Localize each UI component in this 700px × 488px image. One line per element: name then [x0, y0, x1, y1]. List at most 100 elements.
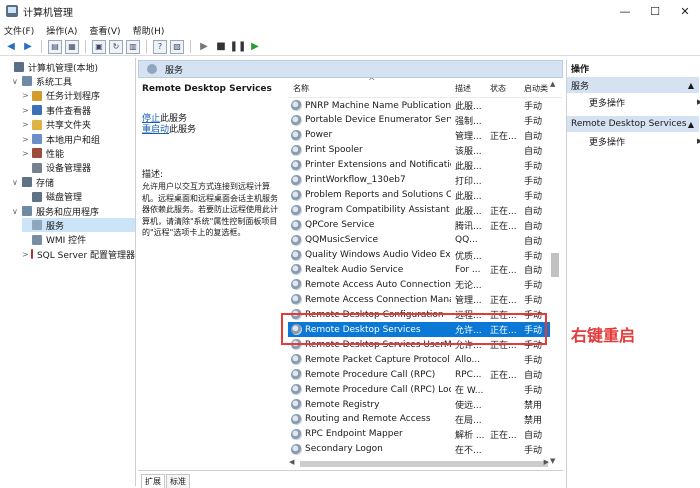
tree-node[interactable]: ∨ 系统工具 — [12, 74, 135, 88]
menu-help[interactable]: 帮助(H) — [133, 24, 165, 37]
menu-action[interactable]: 操作(A) — [46, 24, 77, 37]
tree-node[interactable]: > 共享文件夹 — [22, 118, 135, 132]
service-row[interactable]: Quality Windows Audio Video Ex... 优质... 手动 — [288, 248, 550, 263]
scroll-left-icon[interactable]: ◀ — [289, 458, 294, 466]
restart-service-icon[interactable]: ▶ — [248, 40, 262, 54]
expand-arrow-icon[interactable]: ∨ — [12, 77, 20, 86]
expand-arrow-icon[interactable]: > — [22, 106, 30, 115]
service-row[interactable]: PNRP Machine Name Publication... 此服... 手动 — [288, 98, 550, 113]
collapse-arrow-icon[interactable]: ▲ — [688, 120, 694, 129]
restart-service-link[interactable]: 重启动 — [142, 125, 169, 135]
more-actions-item[interactable]: 更多操作 ▶ — [589, 134, 700, 148]
service-description: 在局... — [455, 415, 482, 426]
tree-node[interactable]: > 性能 — [22, 146, 135, 160]
pause-service-icon[interactable]: ❚❚ — [230, 40, 247, 54]
service-row[interactable]: Portable Device Enumerator Serv... 强制... 手… — [288, 113, 550, 128]
tree-node-icon — [32, 191, 42, 202]
horizontal-scroll-thumb[interactable] — [300, 461, 548, 467]
service-row[interactable]: QPCore Service 腾讯... 正在... 自动 — [288, 218, 550, 233]
vertical-scroll-thumb[interactable] — [551, 253, 559, 277]
stop-service-icon[interactable]: ■ — [214, 40, 228, 54]
column-header-name[interactable]: 名称 — [293, 83, 309, 94]
tree-node[interactable]: ∨ 存储 — [12, 175, 135, 189]
tree-node[interactable]: 设备管理器 — [22, 161, 135, 175]
expand-arrow-icon[interactable]: > — [22, 149, 30, 158]
show-tree-icon[interactable]: ▦ — [65, 39, 79, 54]
tree-node[interactable]: > 任务计划程序 — [22, 89, 135, 103]
expand-arrow-icon[interactable]: > — [22, 250, 29, 259]
service-row[interactable]: Remote Access Auto Connection ... 无论... 手动 — [288, 277, 550, 292]
service-row[interactable]: Printer Extensions and Notificatio... 此服.… — [288, 158, 550, 173]
vertical-scrollbar[interactable]: ▲ ▼ — [549, 78, 561, 467]
collapse-arrow-icon[interactable]: ▲ — [688, 81, 694, 90]
tree-node[interactable]: 磁盘管理 — [22, 190, 135, 204]
service-row[interactable]: Routing and Remote Access 在局... 禁用 — [288, 412, 550, 427]
export-list-icon[interactable]: ▥ — [126, 39, 140, 54]
tree-node[interactable]: 服务 — [22, 218, 135, 233]
column-header-description[interactable]: 描述 — [455, 83, 471, 94]
service-row[interactable]: RPC Endpoint Mapper 解析 ... 正在... 自动 — [288, 427, 550, 442]
actions-header: 操作 — [567, 60, 699, 76]
properties-icon[interactable]: ▣ — [92, 39, 106, 54]
tree-node-label: 服务 — [46, 221, 65, 232]
minimize-button[interactable]: — — [610, 0, 640, 22]
service-name: Printer Extensions and Notificatio... — [305, 160, 451, 171]
stop-service-link[interactable]: 停止 — [142, 114, 160, 124]
service-row[interactable]: Print Spooler 该服... 自动 — [288, 143, 550, 158]
tree-node[interactable]: WMI 控件 — [22, 233, 135, 247]
actions-section-services[interactable]: 服务 ▲ — [567, 77, 699, 93]
column-header-status[interactable]: 状态 — [490, 83, 506, 94]
column-header-startup-type[interactable]: 启动类 — [524, 83, 548, 94]
service-row[interactable]: Remote Access Connection Mana... 管理... 正在.… — [288, 292, 550, 307]
service-row[interactable]: Secondary Logon 在不... 手动 — [288, 442, 550, 457]
expand-arrow-icon[interactable]: > — [22, 91, 30, 100]
tree-node[interactable]: > 本地用户和组 — [22, 132, 135, 146]
tab-extended[interactable]: 扩展 — [141, 474, 165, 488]
actions-section-remote-desktop[interactable]: Remote Desktop Services ▲ — [567, 116, 699, 132]
scroll-up-icon[interactable]: ▲ — [550, 80, 555, 88]
refresh-icon[interactable]: ↻ — [109, 39, 123, 54]
tree-node[interactable]: > SQL Server 配置管理器 — [22, 247, 135, 261]
service-row[interactable]: Problem Reports and Solutions C... 此服... 手… — [288, 188, 550, 203]
service-row[interactable]: Program Compatibility Assistant ... 此服...… — [288, 203, 550, 218]
tree-node[interactable]: ∨ 服务和应用程序 — [12, 204, 135, 218]
gear-icon — [291, 249, 302, 261]
menu-file[interactable]: 文件(F) — [4, 24, 34, 37]
tree-node[interactable]: > 事件查看器 — [22, 103, 135, 117]
maximize-button[interactable]: ☐ — [640, 0, 670, 22]
back-arrow-icon[interactable]: ◀ — [4, 40, 18, 54]
service-startup-type: 自动 — [524, 236, 543, 247]
more-actions-item[interactable]: 更多操作 ▶ — [589, 95, 700, 109]
service-description: 使远... — [455, 401, 482, 411]
service-row[interactable]: Remote Packet Capture Protocol ... Allo..… — [288, 352, 550, 367]
expand-arrow-icon[interactable]: > — [22, 135, 30, 144]
menu-view[interactable]: 查看(V) — [89, 24, 120, 37]
service-row[interactable]: Remote Procedure Call (RPC) Loc... 在 W...… — [288, 382, 550, 397]
service-row[interactable]: QQMusicService QQ... 自动 — [288, 233, 550, 248]
service-row[interactable]: Remote Procedure Call (RPC) RPC... 正在... 自动 — [288, 367, 550, 382]
expand-arrow-icon[interactable]: > — [22, 120, 30, 129]
up-folder-icon[interactable]: ▤ — [48, 39, 62, 54]
view-tabs: 扩展 标准 — [138, 470, 563, 488]
horizontal-scrollbar[interactable]: ◀ ▶ — [288, 458, 550, 469]
expand-arrow-icon[interactable]: ∨ — [12, 178, 20, 187]
service-startup-type: 禁用 — [524, 401, 543, 411]
expand-arrow-icon[interactable]: ∨ — [12, 207, 20, 216]
close-button[interactable]: ✕ — [670, 0, 700, 22]
forward-arrow-icon[interactable]: ▶ — [21, 40, 35, 54]
tab-standard[interactable]: 标准 — [166, 474, 190, 488]
start-service-icon[interactable]: ▶ — [197, 40, 211, 54]
tree-node-label: 存储 — [36, 178, 55, 189]
gear-icon — [291, 399, 302, 410]
tree-node-icon — [32, 105, 42, 116]
scroll-down-icon[interactable]: ▼ — [550, 457, 555, 465]
tree-node[interactable]: 计算机管理(本地) — [4, 60, 135, 74]
show-action-pane-icon[interactable]: ▧ — [170, 39, 184, 54]
service-row[interactable]: Realtek Audio Service For ... 正在... 自动 — [288, 262, 550, 277]
service-startup-type: 手动 — [524, 386, 543, 397]
service-row[interactable]: Power 管理... 正在... 自动 — [288, 128, 550, 143]
service-row[interactable]: PrintWorkflow_130eb7 打印... 手动 — [288, 173, 550, 188]
service-row[interactable]: Remote Registry 使远... 禁用 — [288, 397, 550, 412]
scroll-right-icon[interactable]: ▶ — [544, 458, 549, 466]
help-icon[interactable]: ? — [153, 39, 167, 54]
